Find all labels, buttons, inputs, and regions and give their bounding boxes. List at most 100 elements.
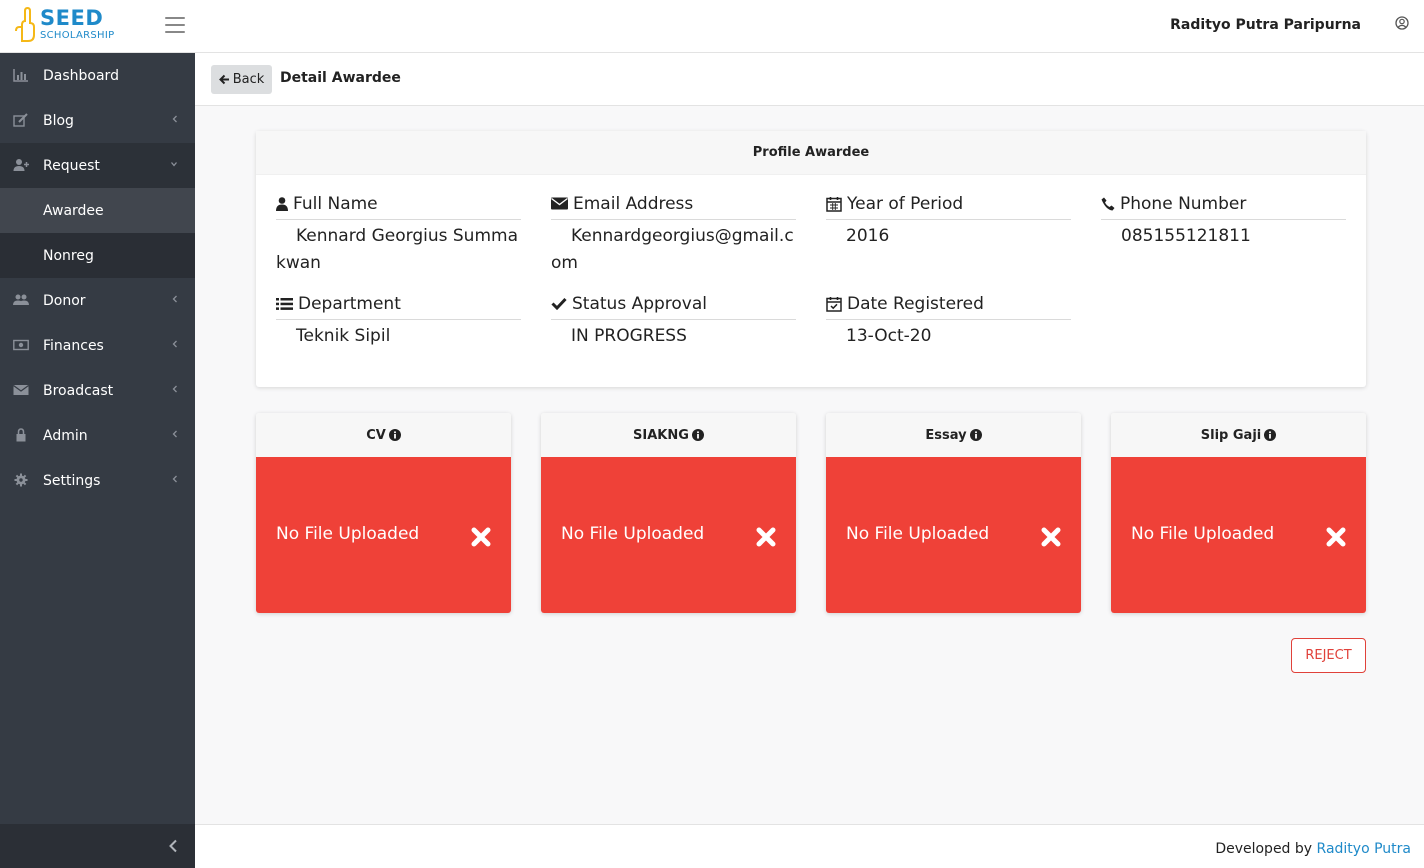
top-bar: SEED SCHOLARSHIP Radityo Putra Paripurna [0,0,1424,53]
user-circle-icon[interactable] [1395,16,1409,30]
sidebar-footer [0,824,195,868]
chevron-left-icon [172,385,177,393]
field-label: Year of Period [847,193,964,214]
info-icon[interactable] [691,429,704,441]
sidebar: Dashboard Blog Request Awardee Nonreg Do… [0,53,195,868]
doc-status: No File Uploaded [276,524,420,544]
field-value: Kennard Georgius Summakwan [276,226,518,273]
sidebar-subitem-nonreg[interactable]: Nonreg [0,233,195,278]
field-full-name: Full Name Kennard Georgius Summakwan [276,192,521,277]
doc-card-cv: CV No File Uploaded [256,413,511,613]
phone-icon [1101,197,1115,210]
sidebar-item-label: Donor [43,292,86,309]
info-icon[interactable] [1264,429,1277,441]
chevron-left-icon [172,340,177,348]
sidebar-item-blog[interactable]: Blog [0,98,195,143]
field-value: 085155121811 [1121,226,1251,246]
close-icon[interactable] [1326,527,1346,547]
field-value: 13-Oct-20 [846,326,932,346]
doc-title: Slip Gaji [1200,427,1262,443]
doc-card-body: No File Uploaded [256,457,511,613]
chevron-left-icon [172,475,177,483]
field-label: Date Registered [847,293,984,314]
user-plus-icon [13,159,29,171]
back-button[interactable]: Back [211,65,272,94]
field-year: Year of Period 2016 [826,192,1071,250]
field-label: Phone Number [1120,193,1247,214]
page-title: Detail Awardee [280,70,401,86]
field-value: Kennardgeorgius@gmail.com [551,226,794,273]
collapse-sidebar-icon[interactable] [168,839,178,853]
doc-card-body: No File Uploaded [541,457,796,613]
doc-card-header: Essay [826,413,1081,457]
field-label: Department [298,293,401,314]
doc-card-siakng: SIAKNG No File Uploaded [541,413,796,613]
sidebar-item-donor[interactable]: Donor [0,278,195,323]
user-icon [276,196,288,211]
edit-icon [13,113,28,127]
bar-chart-icon [13,69,28,82]
field-value: 2016 [846,226,890,246]
chevron-down-icon [171,162,177,167]
field-label: Email Address [573,193,694,214]
footer-author-link[interactable]: Radityo Putra [1317,841,1411,857]
chevron-left-icon [172,295,177,303]
doc-status: No File Uploaded [846,524,990,544]
sidebar-item-label: Request [43,157,100,174]
sidebar-item-label: Admin [43,427,88,444]
sidebar-item-admin[interactable]: Admin [0,413,195,458]
sidebar-item-broadcast[interactable]: Broadcast [0,368,195,413]
sidebar-item-label: Settings [43,472,101,489]
sidebar-item-dashboard[interactable]: Dashboard [0,53,195,98]
doc-card-header: SIAKNG [541,413,796,457]
doc-status: No File Uploaded [1131,524,1275,544]
page-footer: Developed by Radityo Putra [195,824,1424,868]
profile-card: Profile Awardee Full Name Kennard Georgi… [256,131,1366,387]
sidebar-item-request[interactable]: Request [0,143,195,188]
gear-icon [14,473,28,487]
chevron-left-icon [172,430,177,438]
field-registered: Date Registered 13-Oct-20 [826,292,1071,350]
footer-prefix: Developed by [1215,841,1313,857]
sidebar-item-label: Blog [43,112,74,129]
profile-card-title: Profile Awardee [256,131,1366,175]
sidebar-item-label: Dashboard [43,67,119,84]
field-label: Full Name [293,193,378,214]
users-icon [13,294,29,305]
doc-title: CV [366,427,386,443]
chevron-left-icon [172,115,177,123]
menu-toggle-icon[interactable] [165,17,185,33]
money-icon [13,339,29,351]
check-icon [551,297,567,310]
arrow-left-icon [218,74,229,85]
sidebar-item-settings[interactable]: Settings [0,458,195,503]
calendar-icon [826,196,842,212]
field-email: Email Address Kennardgeorgius@gmail.com [551,192,796,277]
doc-card-body: No File Uploaded [826,457,1081,613]
sidebar-subitem-awardee[interactable]: Awardee [0,188,195,233]
sidebar-item-finances[interactable]: Finances [0,323,195,368]
doc-title: SIAKNG [633,427,689,443]
lock-icon [16,428,26,442]
close-icon[interactable] [756,527,776,547]
list-icon [276,297,293,310]
sidebar-item-label: Finances [43,337,104,354]
info-icon[interactable] [388,429,401,441]
info-icon[interactable] [969,429,982,441]
brand-sub: SCHOLARSHIP [40,30,115,41]
close-icon[interactable] [1041,527,1061,547]
doc-card-essay: Essay No File Uploaded [826,413,1081,613]
reject-button[interactable]: REJECT [1291,638,1366,673]
doc-status: No File Uploaded [561,524,705,544]
close-icon[interactable] [471,527,491,547]
footer-credit: Developed by Radityo Putra [1215,841,1411,857]
field-label: Status Approval [572,293,708,314]
sidebar-item-label: Broadcast [43,382,114,399]
user-name[interactable]: Radityo Putra Paripurna [1170,17,1361,33]
field-value: Teknik Sipil [296,326,391,346]
back-label: Back [232,72,265,87]
content-header: Back Detail Awardee [195,53,1424,106]
calendar-check-icon [826,296,842,312]
envelope-icon [13,385,29,395]
brand-logo[interactable]: SEED SCHOLARSHIP [14,6,124,46]
